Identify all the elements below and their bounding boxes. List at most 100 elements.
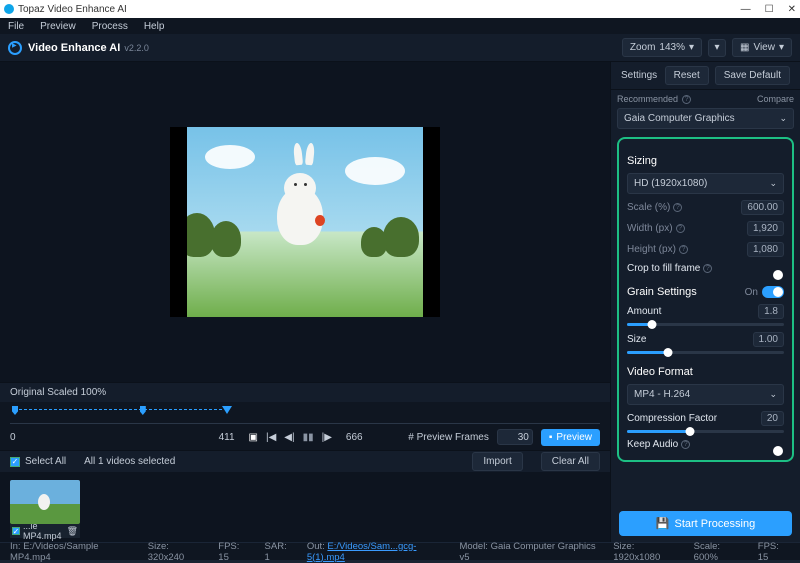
menu-process[interactable]: Process	[92, 21, 128, 32]
help-icon[interactable]: ?	[682, 95, 691, 104]
close-icon[interactable]: ✕	[788, 4, 796, 15]
height-label: Height (px)	[627, 244, 676, 255]
select-all-label: Select All	[25, 456, 66, 467]
preview-image	[187, 127, 423, 317]
status-bar: In: E:/Videos/Sample MP4.mp4 Size: 320x2…	[0, 542, 800, 560]
help-icon[interactable]: ?	[703, 264, 712, 273]
trash-icon[interactable]: 🗑	[67, 526, 78, 537]
in-marker[interactable]	[12, 406, 18, 415]
width-value[interactable]: 1,920	[747, 221, 784, 236]
compare-label[interactable]: Compare	[757, 94, 794, 104]
step-back-icon[interactable]: ◀|	[284, 432, 294, 443]
compression-slider[interactable]	[627, 430, 784, 433]
save-icon: 💾	[656, 517, 670, 530]
thumb-filename: ...le MP4.mp4	[23, 521, 64, 541]
size-slider[interactable]	[627, 351, 784, 354]
header-toolbar: Video Enhance AI v2.2.0 Zoom 143% ▾ ▾ ▦ …	[0, 34, 800, 62]
app-name: Video Enhance AI	[28, 42, 120, 54]
settings-label: Settings	[621, 70, 657, 81]
timeline: 0 411 ▣ |◀ ◀| ▮▮ |▶ 666 # Preview Frames…	[0, 402, 610, 450]
preview-button[interactable]: ▪ Preview	[541, 429, 600, 446]
import-button[interactable]: Import	[472, 452, 522, 471]
scale-label: Scale (%)	[627, 202, 670, 213]
scale: 600%	[694, 552, 718, 563]
format-title: Video Format	[627, 366, 784, 378]
help-icon[interactable]: ?	[676, 224, 685, 233]
size-value[interactable]: 1.00	[753, 332, 784, 347]
selection-count: All 1 videos selected	[84, 456, 175, 467]
playhead-icon[interactable]	[222, 406, 232, 414]
sizing-title: Sizing	[627, 155, 784, 167]
zoom-value: 143%	[659, 42, 685, 53]
skip-start-icon[interactable]: |◀	[266, 432, 276, 443]
grain-state: On	[745, 287, 758, 298]
sar: 1	[265, 552, 270, 563]
chevron-down-icon: ⌄	[769, 178, 777, 189]
thumbnail-item[interactable]: ✓ ...le MP4.mp4 🗑	[10, 480, 80, 534]
frames-label: # Preview Frames	[408, 432, 489, 443]
save-default-button[interactable]: Save Default	[715, 66, 790, 85]
grain-toggle[interactable]	[762, 286, 784, 298]
recommended-label: Recommended	[617, 94, 678, 104]
out-size: 1920x1080	[613, 552, 660, 563]
thumb-checkbox[interactable]: ✓	[12, 527, 20, 535]
timeline-start: 0	[10, 432, 211, 443]
frames-input[interactable]	[497, 429, 533, 445]
zoom-label: Zoom	[630, 42, 656, 53]
thumbnail-strip: ✓ ...le MP4.mp4 🗑	[0, 472, 610, 542]
in-path: E:/Videos/Sample MP4.mp4	[10, 541, 99, 563]
zoom-control[interactable]: Zoom 143% ▾	[622, 38, 702, 57]
view-label: View	[753, 42, 775, 53]
minimize-icon[interactable]: —	[741, 4, 751, 15]
amount-value[interactable]: 1.8	[758, 304, 784, 319]
camera-icon[interactable]: ▣	[249, 432, 258, 443]
grain-title: Grain Settings	[627, 286, 697, 298]
timeline-track[interactable]	[10, 406, 600, 424]
format-select[interactable]: MP4 - H.264 ⌄	[627, 384, 784, 405]
height-value[interactable]: 1,080	[747, 242, 784, 257]
model-select[interactable]: Gaia Computer Graphics ⌄	[617, 108, 794, 129]
highlighted-settings-box: Sizing HD (1920x1080) ⌄ Scale (%)? 600.00…	[617, 137, 794, 462]
reset-button[interactable]: Reset	[665, 66, 709, 85]
out-marker[interactable]	[140, 406, 146, 415]
window-title: Topaz Video Enhance AI	[18, 4, 127, 15]
menu-file[interactable]: File	[8, 21, 24, 32]
timeline-end: 666	[346, 432, 363, 443]
chevron-down-icon: ▾	[689, 42, 694, 53]
in-fps: 15	[218, 552, 229, 563]
start-processing-button[interactable]: 💾 Start Processing	[619, 511, 792, 536]
clear-all-button[interactable]: Clear All	[541, 452, 600, 471]
amount-label: Amount	[627, 306, 661, 317]
view-control[interactable]: ▦ View ▾	[732, 38, 792, 57]
file-bar: ✓ Select All All 1 videos selected Impor…	[0, 450, 610, 472]
compression-value[interactable]: 20	[761, 411, 784, 426]
help-icon[interactable]: ?	[681, 440, 690, 449]
menu-preview[interactable]: Preview	[40, 21, 76, 32]
keep-audio-label: Keep Audio	[627, 439, 678, 450]
size-label: Size	[627, 334, 646, 345]
in-size: 320x240	[148, 552, 184, 563]
video-frame	[170, 127, 440, 317]
compression-label: Compression Factor	[627, 413, 717, 424]
camera-icon: ▪	[549, 432, 553, 443]
chevron-down-icon: ⌄	[779, 113, 787, 124]
scale-label: Original Scaled 100%	[10, 387, 106, 398]
maximize-icon[interactable]: ☐	[765, 4, 774, 15]
settings-header: Settings Reset Save Default	[611, 62, 800, 90]
chevron-down-icon: ▾	[779, 42, 784, 53]
zoom-dropdown[interactable]: ▾	[708, 39, 726, 57]
amount-slider[interactable]	[627, 323, 784, 326]
select-all-checkbox[interactable]: ✓	[10, 457, 20, 467]
out-fps: 15	[758, 552, 769, 563]
crop-label: Crop to fill frame	[627, 263, 700, 274]
sizing-preset-select[interactable]: HD (1920x1080) ⌄	[627, 173, 784, 194]
scale-bar: Original Scaled 100%	[0, 382, 610, 402]
step-fwd-icon[interactable]: |▶	[322, 432, 332, 443]
timeline-current: 411	[219, 432, 235, 443]
help-icon[interactable]: ?	[673, 203, 682, 212]
menu-help[interactable]: Help	[144, 21, 165, 32]
pause-icon[interactable]: ▮▮	[303, 432, 314, 443]
scale-value[interactable]: 600.00	[741, 200, 784, 215]
grid-icon: ▦	[740, 42, 749, 53]
help-icon[interactable]: ?	[679, 245, 688, 254]
